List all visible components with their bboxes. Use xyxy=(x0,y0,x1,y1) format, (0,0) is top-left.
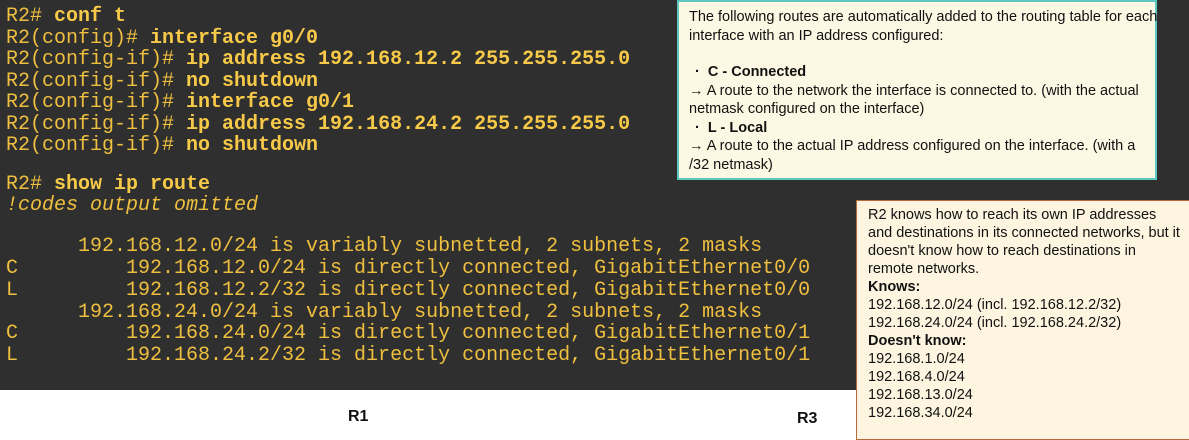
unknown-route: 192.168.4.0/24 xyxy=(868,369,965,385)
doesnt-know-title: Doesn't know: xyxy=(868,333,967,349)
command: interface g0/1 xyxy=(186,91,355,114)
unknown-route: 192.168.13.0/24 xyxy=(868,387,973,403)
command: interface g0/0 xyxy=(150,26,319,50)
knowledge-note: R2 knows how to reach its own IP address… xyxy=(856,200,1189,440)
cli-line: R2# conf t xyxy=(6,6,126,28)
command: no shutdown xyxy=(186,134,319,157)
cli-line: R2(config-if)# ip address 192.168.12.2 2… xyxy=(6,49,630,71)
route-line: 192.168.24.0/24 is variably subnetted, 2… xyxy=(6,301,763,324)
local-title: · L - Local xyxy=(695,119,768,136)
unknown-route: 192.168.1.0/24 xyxy=(868,351,965,367)
route-line: C 192.168.12.0/24 is directly connected,… xyxy=(6,257,811,280)
cli-line: R2(config-if)# interface g0/1 xyxy=(6,92,354,114)
route-line: C 192.168.24.0/24 is directly connected,… xyxy=(6,322,811,345)
prompt: R2(config-if)# xyxy=(6,112,187,136)
prompt: R2(config-if)# xyxy=(6,48,187,71)
route-line: L 192.168.12.2/32 is directly connected,… xyxy=(6,279,811,302)
command: no shutdown xyxy=(186,69,319,93)
router-r3-label: R3 xyxy=(797,410,818,427)
local-desc: → A route to the actual IP address confi… xyxy=(689,138,1136,173)
unknown-route: 192.168.34.0/24 xyxy=(868,405,973,421)
comment-line: !codes output omitted xyxy=(6,194,259,217)
note-intro: The following routes are automatically a… xyxy=(689,9,1158,44)
connected-desc: → A route to the network the interface i… xyxy=(689,82,1139,118)
known-route: 192.168.12.0/24 (incl. 192.168.12.2/32) xyxy=(868,297,1122,313)
prompt: R2(config)# xyxy=(6,26,151,50)
known-route: 192.168.24.0/24 (incl. 192.168.24.2/32) xyxy=(868,315,1122,331)
command: show ip route xyxy=(54,173,211,196)
cli-line: R2(config-if)# no shutdown xyxy=(6,135,318,157)
prompt: R2# xyxy=(6,173,55,196)
command: ip address 192.168.12.2 255.255.255.0 xyxy=(186,48,631,71)
local-title-text: L - Local xyxy=(707,119,768,136)
prompt: R2(config-if)# xyxy=(6,134,187,157)
router-r1-label: R1 xyxy=(348,408,369,425)
connected-title-text: C - Connected xyxy=(707,64,807,80)
knowledge-intro: R2 knows how to reach its own IP address… xyxy=(868,207,1180,277)
cli-line: R2(config-if)# no shutdown xyxy=(6,69,319,93)
route-types-note: The following routes are automatically a… xyxy=(677,0,1157,180)
knows-title: Knows: xyxy=(868,279,921,295)
route-line: 192.168.12.0/24 is variably subnetted, 2… xyxy=(6,235,763,258)
prompt: R2(config-if)# xyxy=(6,69,187,93)
cli-line: R2(config)# interface g0/0 xyxy=(6,26,319,50)
cli-line: R2(config-if)# ip address 192.168.24.2 2… xyxy=(6,112,631,136)
command: ip address 192.168.24.2 255.255.255.0 xyxy=(186,112,631,136)
prompt: R2(config-if)# xyxy=(6,91,187,114)
command: conf t xyxy=(54,5,127,28)
connected-title: · C - Connected xyxy=(695,64,807,80)
prompt: R2# xyxy=(6,5,55,28)
route-line: L 192.168.24.2/32 is directly connected,… xyxy=(6,344,811,367)
cli-line: R2# show ip route xyxy=(6,174,210,196)
